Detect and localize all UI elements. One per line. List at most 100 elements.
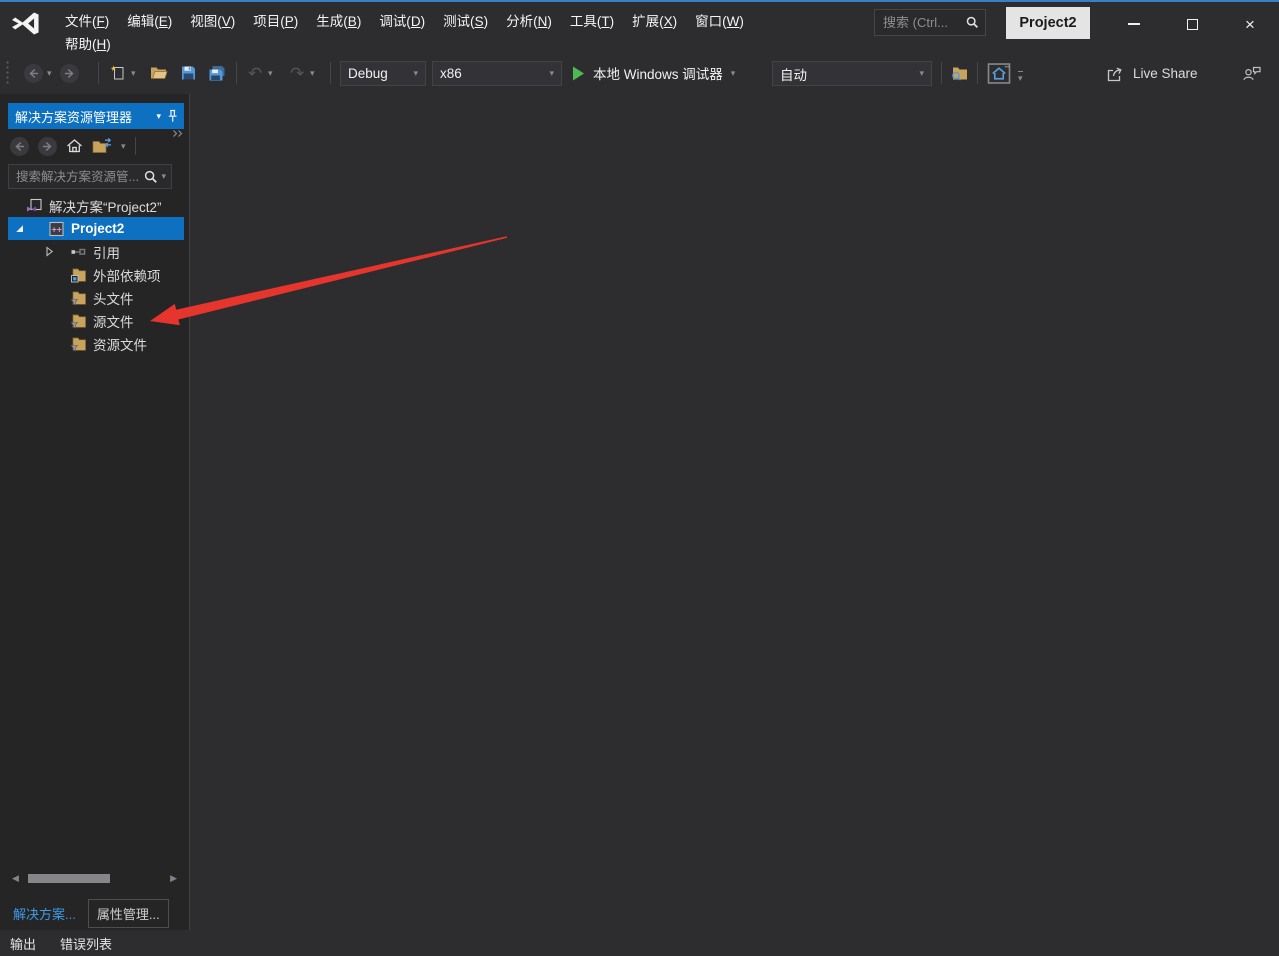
chevron-down-icon: ▾ [919,68,924,78]
new-item-dropdown-caret[interactable]: ▾ [131,52,136,94]
solution-platform-dropdown[interactable]: x86 ▾ [432,61,562,86]
expanded-triangle-icon[interactable] [14,223,25,234]
browser-dropdown-caret[interactable]: ▾ [1018,56,1023,98]
browser-home-icon [987,62,1011,84]
open-file-button[interactable] [150,52,168,94]
menu-analyze[interactable]: 分析(N) [497,6,561,34]
navigate-back-button[interactable] [24,52,43,94]
feedback-person-icon [1242,65,1262,81]
solution-search-input[interactable] [14,168,142,185]
solution-explorer-header[interactable]: 解决方案资源管理器 ▾ [8,103,184,129]
maximize-icon [1186,18,1198,30]
main-area: 解决方案资源管理器 ▾ ▾ ▾ 解决方案“Project2” [0,94,1279,930]
close-icon: × [1245,14,1255,34]
scroll-left-icon[interactable]: ◀ [12,874,19,883]
redo-button[interactable]: ↷ [290,52,304,94]
menu-build[interactable]: 生成(B) [307,6,370,34]
chevron-down-icon[interactable]: ▾ [161,172,166,181]
pin-icon[interactable] [167,109,178,123]
live-share-label: Live Share [1133,65,1198,81]
explorer-forward-button[interactable] [38,136,57,156]
auto-attach-dropdown[interactable]: 自动 ▾ [772,61,932,86]
tab-property-manager[interactable]: 属性管理... [87,899,169,928]
redo-dropdown-caret[interactable]: ▾ [310,52,315,94]
solution-explorer-title: 解决方案资源管理器 [15,109,133,125]
solution-tree: 解决方案“Project2” ++ Project2 引用 外部依赖项 头文件 [0,194,188,355]
save-icon [180,65,197,81]
minimize-button[interactable] [1105,4,1163,44]
chevron-down-icon: ▾ [730,67,736,78]
search-icon [144,170,158,184]
tree-item-project[interactable]: ++ Project2 [8,217,184,240]
explorer-back-button[interactable] [10,136,29,156]
menu-project[interactable]: 项目(P) [244,6,307,34]
toolbar-separator [236,62,237,84]
tab-error-list[interactable]: 错误列表 [60,934,112,953]
tree-item-references[interactable]: 引用 [0,240,188,263]
tree-item-resource-files[interactable]: 资源文件 [0,332,188,355]
search-icon [966,16,979,29]
tree-item-label: 头文件 [93,291,134,307]
solution-configuration-dropdown[interactable]: Debug ▾ [340,61,426,86]
start-debugging-button[interactable]: 本地 Windows 调试器 ▾ [572,52,735,94]
window-controls: × [1105,4,1279,44]
menu-debug[interactable]: 调试(D) [370,6,434,34]
quick-search-input[interactable] [881,14,962,31]
sync-with-active-document-icon[interactable] [92,138,112,154]
tree-item-solution[interactable]: 解决方案“Project2” [0,194,188,217]
toolbar-separator [98,62,99,84]
toolbar-overflow-chevrons-icon[interactable] [172,129,184,138]
tree-item-source-files[interactable]: 源文件 [0,309,188,332]
chevron-down-icon: ▾ [413,68,418,78]
feedback-button[interactable] [1242,52,1262,94]
redo-icon: ↷ [290,63,305,83]
quick-search-box[interactable] [874,9,986,36]
tree-item-external-dependencies[interactable]: 外部依赖项 [0,263,188,286]
tree-item-header-files[interactable]: 头文件 [0,286,188,309]
save-button[interactable] [180,52,197,94]
live-share-icon [1106,65,1125,82]
navigate-forward-button[interactable] [60,52,79,94]
scroll-right-icon[interactable]: ▶ [170,874,177,883]
chevron-down-icon[interactable]: ▾ [156,111,161,121]
scrollbar-thumb[interactable] [28,874,110,883]
filtered-folder-icon [70,336,87,352]
chevron-down-icon: ▾ [47,67,52,78]
solution-explorer-panel: 解决方案资源管理器 ▾ ▾ ▾ 解决方案“Project2” [0,94,190,930]
horizontal-scrollbar[interactable]: ◀ ▶ [10,872,179,885]
save-all-icon [208,65,226,81]
chevron-down-icon[interactable]: ▾ [121,141,126,151]
tab-output[interactable]: 输出 [10,934,36,953]
collapsed-triangle-icon[interactable] [44,246,55,257]
menu-window[interactable]: 窗口(W) [686,6,753,34]
tree-item-label: Project2 [71,221,125,236]
solution-search-box[interactable]: ▾ [8,164,172,189]
live-share-button[interactable]: Live Share [1106,52,1198,94]
tree-item-label: 资源文件 [93,337,147,353]
tab-solution-explorer[interactable]: 解决方案... [6,900,83,927]
save-all-button[interactable] [208,52,226,94]
undo-button[interactable]: ↶ [248,52,262,94]
maximize-button[interactable] [1163,4,1221,44]
menu-tools[interactable]: 工具(T) [561,6,623,34]
back-arrow-icon [24,63,43,83]
undo-dropdown-caret[interactable]: ▾ [268,52,273,94]
menu-extensions[interactable]: 扩展(X) [623,6,686,34]
home-icon[interactable] [66,138,83,154]
auto-attach-value: 自动 [780,67,807,83]
menu-edit[interactable]: 编辑(E) [118,6,181,34]
editor-area [191,94,1279,930]
toolbar-grip-handle[interactable] [5,60,10,86]
new-item-button[interactable] [110,52,126,94]
toolbar-separator [977,62,978,84]
menu-view[interactable]: 视图(V) [181,6,244,34]
find-in-files-button[interactable] [951,52,969,94]
references-icon [70,244,87,260]
close-button[interactable]: × [1221,4,1279,44]
chevron-down-icon: ▾ [268,67,273,78]
browser-home-button[interactable] [987,52,1011,94]
menu-test[interactable]: 测试(S) [434,6,497,34]
minimize-icon [1128,23,1140,25]
back-dropdown-caret[interactable]: ▾ [47,52,52,94]
tree-item-label: 引用 [93,245,120,261]
